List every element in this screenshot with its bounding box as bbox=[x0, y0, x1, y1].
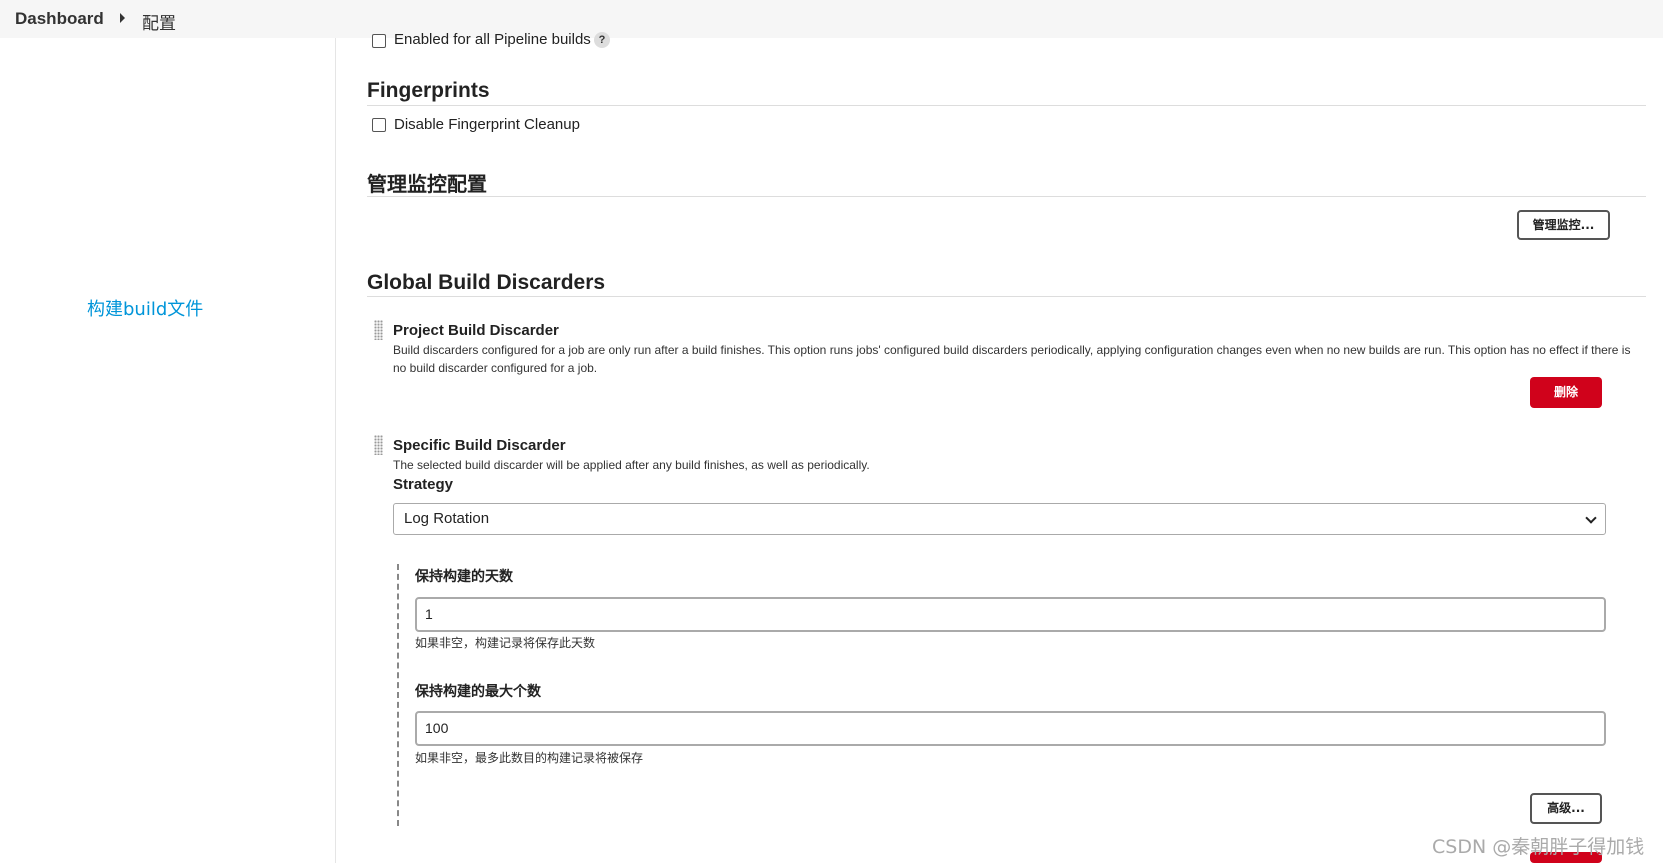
fingerprint-cleanup-label: Disable Fingerprint Cleanup bbox=[394, 116, 580, 133]
max-builds-label: 保持构建的最大个数 bbox=[415, 684, 541, 700]
project-build-discarder-description: Build discarders configured for a job ar… bbox=[393, 343, 1631, 375]
strategy-select[interactable]: Log Rotation bbox=[393, 503, 1606, 535]
days-to-keep-input[interactable]: 1 bbox=[415, 597, 1606, 632]
pipeline-label: Enabled for all Pipeline builds bbox=[394, 31, 591, 48]
advanced-button[interactable]: 高级... bbox=[1530, 793, 1602, 824]
nested-config-divider bbox=[397, 564, 399, 826]
max-builds-hint: 如果非空，最多此数目的构建记录将被保存 bbox=[415, 751, 644, 765]
drag-handle-icon[interactable] bbox=[374, 320, 383, 340]
sidebar bbox=[0, 38, 336, 863]
monitor-config-title: 管理监控配置 bbox=[367, 172, 487, 196]
specific-build-discarder-title: Specific Build Discarder bbox=[393, 437, 566, 454]
chevron-down-icon bbox=[1585, 512, 1597, 524]
fingerprints-title: Fingerprints bbox=[367, 79, 490, 102]
breadcrumb-separator-icon bbox=[120, 13, 125, 23]
pipeline-checkbox[interactable] bbox=[372, 34, 386, 48]
divider bbox=[367, 105, 1646, 106]
strategy-label: Strategy bbox=[393, 476, 454, 493]
strategy-select-value: Log Rotation bbox=[404, 510, 490, 527]
drag-handle-icon[interactable] bbox=[374, 435, 383, 455]
breadcrumb-dashboard-link[interactable]: Dashboard bbox=[15, 9, 104, 29]
project-build-discarder-title: Project Build Discarder bbox=[393, 322, 559, 339]
fingerprint-cleanup-checkbox[interactable] bbox=[372, 118, 386, 132]
delete-button[interactable]: 删除 bbox=[1530, 377, 1602, 408]
global-build-discarders-title: Global Build Discarders bbox=[367, 271, 606, 294]
days-to-keep-hint: 如果非空，构建记录将保存此天数 bbox=[415, 636, 596, 650]
breadcrumb-current: 配置 bbox=[142, 14, 176, 33]
divider bbox=[367, 196, 1646, 197]
help-icon[interactable]: ? bbox=[594, 32, 610, 48]
watermark: CSDN @秦朝胖子得加钱 bbox=[1432, 836, 1645, 858]
breadcrumb-bar: Dashboard 配置 bbox=[0, 0, 1663, 38]
max-builds-input[interactable]: 100 bbox=[415, 711, 1606, 746]
manage-monitors-button[interactable]: 管理监控... bbox=[1517, 210, 1610, 240]
days-to-keep-label: 保持构建的天数 bbox=[415, 569, 513, 585]
annotation-text: 构建build文件 bbox=[87, 299, 204, 320]
main-content: Enabled for all Pipeline builds ? Finger… bbox=[336, 31, 1663, 863]
specific-build-discarder-description: The selected build discarder will be app… bbox=[393, 458, 870, 472]
divider bbox=[367, 296, 1646, 297]
